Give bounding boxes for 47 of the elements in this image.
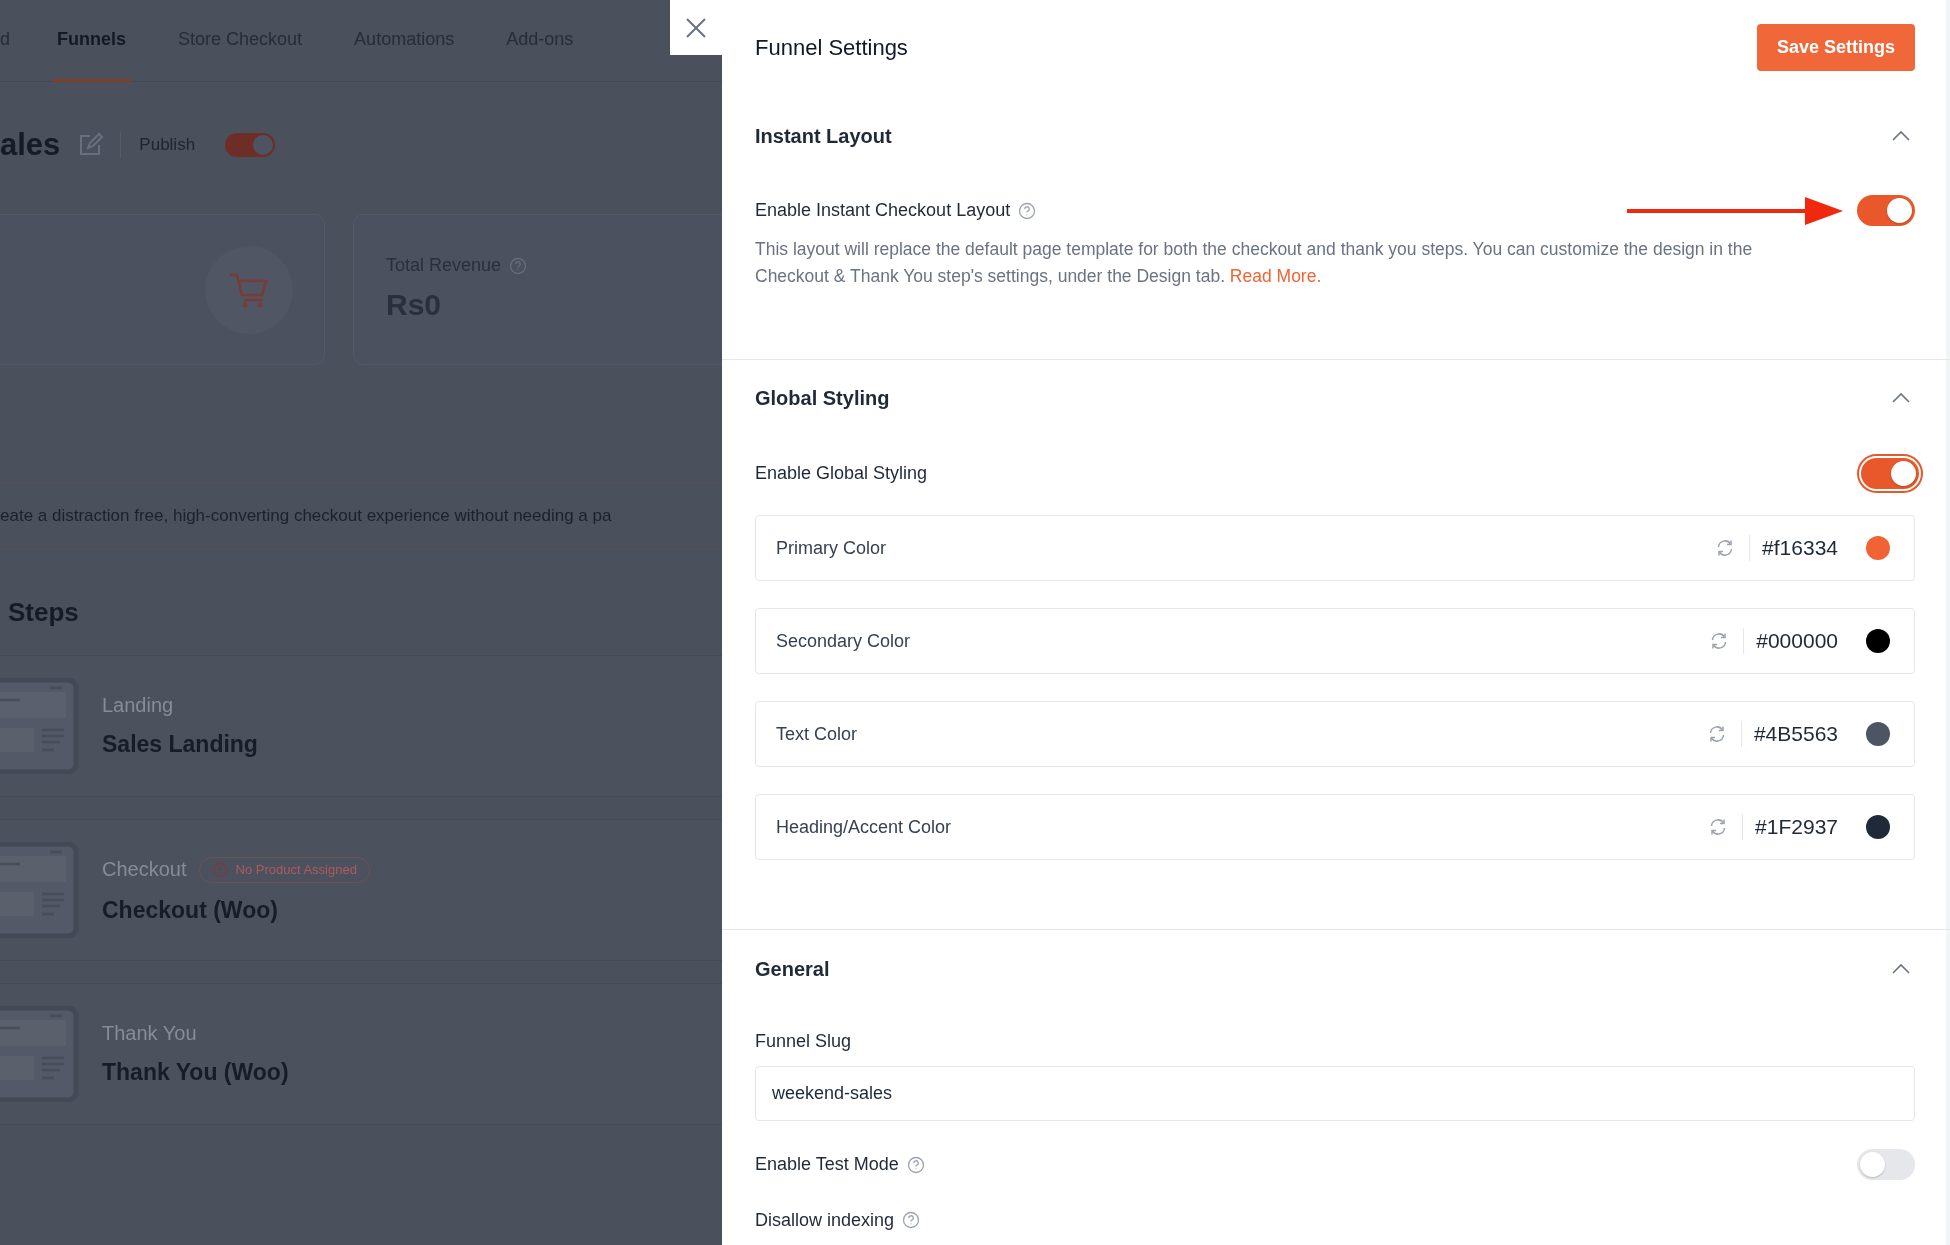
toggle-switch[interactable] (1857, 195, 1915, 226)
section-title: Instant Layout (755, 124, 892, 148)
publish-toggle[interactable] (225, 133, 276, 157)
step-type: Checkout (102, 858, 187, 881)
panel-title: Funnel Settings (755, 34, 908, 61)
color-label: Primary Color (776, 537, 886, 559)
color-swatch[interactable] (1866, 629, 1890, 653)
cart-icon (204, 244, 294, 335)
color-value: #000000 (1756, 629, 1838, 653)
close-icon (685, 16, 707, 39)
section-title: Global Styling (755, 386, 890, 410)
step-type: Thank You (102, 1022, 197, 1045)
save-button[interactable]: Save Settings (1756, 24, 1915, 71)
color-field[interactable]: Secondary Color #000000 (755, 608, 1915, 674)
color-value: #4B5563 (1753, 722, 1838, 746)
help-icon[interactable] (906, 1155, 925, 1174)
close-button[interactable] (670, 0, 722, 55)
toggle-switch[interactable] (1857, 1149, 1915, 1180)
color-label: Heading/Accent Color (776, 816, 952, 838)
color-value: #1F2937 (1755, 815, 1838, 839)
field-label: Enable Global Styling (755, 462, 928, 484)
field-label: Enable Instant Checkout Layout (755, 200, 1011, 221)
description-text: This layout will replace the default page template for both the checkout and thank you steps. You can customize the design in the Checkout & Thank You step's settings, under the Design tab. Read More. (755, 238, 1754, 288)
nav-tab[interactable]: Funnels (52, 0, 132, 82)
color-field[interactable]: Text Color #4B5563 (755, 701, 1915, 767)
chevron-icon[interactable] (1891, 130, 1911, 142)
color-field[interactable]: Heading/Accent Color #1F2937 (755, 794, 1915, 860)
chevron-icon[interactable] (1891, 392, 1911, 404)
chevron-icon[interactable] (1891, 963, 1911, 975)
slug-input[interactable]: weekend-sales (755, 1066, 1915, 1121)
help-icon[interactable] (509, 256, 528, 275)
field-label: Enable Test Mode (755, 1154, 899, 1175)
read-more-link[interactable]: Read More. (1229, 266, 1322, 286)
step-type: Landing (102, 694, 174, 717)
help-icon[interactable] (1018, 201, 1037, 220)
help-icon[interactable] (902, 1211, 921, 1229)
alert-icon (211, 861, 228, 878)
section-title: General (755, 957, 830, 981)
color-swatch[interactable] (1866, 722, 1890, 746)
field-label: Funnel Slug (755, 1030, 853, 1053)
color-label: Text Color (776, 723, 858, 745)
color-value: #f16334 (1762, 536, 1838, 560)
color-swatch[interactable] (1866, 536, 1890, 560)
color-swatch[interactable] (1866, 815, 1890, 839)
field-label: Disallow indexing (755, 1209, 895, 1231)
color-field[interactable]: Primary Color #f16334 (755, 515, 1915, 581)
color-label: Secondary Color (776, 630, 911, 652)
